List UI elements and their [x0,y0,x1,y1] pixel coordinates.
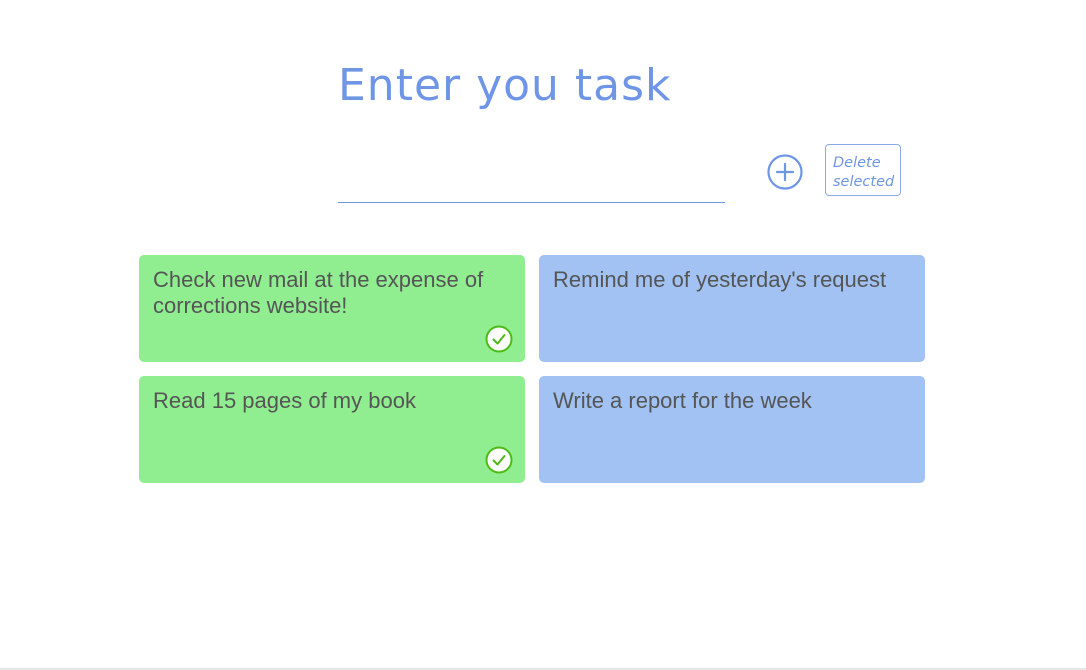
task-text: Check new mail at the expense of correct… [153,267,484,318]
task-card[interactable]: Read 15 pages of my book [139,376,525,483]
task-card[interactable]: Remind me of yesterday's request [539,255,925,362]
task-card[interactable]: Check new mail at the expense of correct… [139,255,525,362]
task-card[interactable]: Write a report for the week [539,376,925,483]
task-input[interactable] [338,168,725,203]
task-text: Write a report for the week [553,388,812,413]
delete-selected-button[interactable]: Delete selected [825,144,901,196]
plus-circle-icon [767,154,803,190]
task-text: Remind me of yesterday's request [553,267,887,292]
add-task-button[interactable] [767,154,803,190]
task-text: Read 15 pages of my book [153,388,416,413]
page-title: Enter you task [338,60,672,111]
delete-label-line1: Delete [833,155,881,171]
delete-label-line2: selected [833,174,895,190]
check-circle-icon [485,446,513,474]
check-circle-icon [485,325,513,353]
